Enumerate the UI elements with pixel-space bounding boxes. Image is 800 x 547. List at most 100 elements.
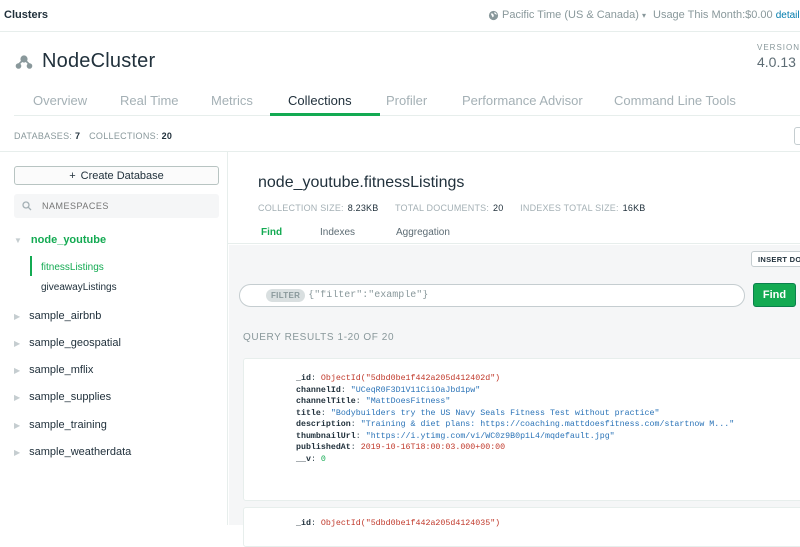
field-key: publishedAt bbox=[296, 443, 351, 452]
cluster-stats: DATABASES: 7 COLLECTIONS: 20 bbox=[14, 131, 178, 141]
tab-performance-advisor[interactable]: Performance Advisor bbox=[462, 93, 583, 108]
db-name: sample_mflix bbox=[29, 364, 94, 376]
tab-metrics[interactable]: Metrics bbox=[211, 93, 253, 108]
timezone-selector[interactable]: Pacific Time (US & Canada) ▾ bbox=[488, 9, 646, 21]
db-name: sample_training bbox=[29, 419, 107, 431]
document-field: channelTitle: "MattDoesFitness" bbox=[296, 397, 451, 406]
db-name: sample_geospatial bbox=[29, 337, 121, 349]
field-key: description bbox=[296, 420, 351, 429]
field-key: channelTitle bbox=[296, 397, 356, 406]
tab-command-line-tools[interactable]: Command Line Tools bbox=[614, 93, 736, 108]
collection-stats: COLLECTION SIZE: 8.23KB TOTAL DOCUMENTS: 2… bbox=[258, 203, 660, 213]
total-documents-label: TOTAL DOCUMENTS: bbox=[395, 203, 490, 213]
caret-right-icon: ▶ bbox=[14, 365, 21, 375]
db-name: sample_supplies bbox=[29, 391, 112, 403]
db-name: node_youtube bbox=[30, 234, 107, 246]
find-button[interactable]: Find bbox=[753, 283, 796, 307]
field-key: __v bbox=[296, 454, 311, 464]
query-content: INSERT DOCUMENT FILTER Find QUERY RESULT… bbox=[229, 245, 800, 547]
tab-real-time[interactable]: Real Time bbox=[120, 93, 179, 108]
document-card[interactable]: _id: ObjectId("5dbd0be1f442a205d4124035"… bbox=[243, 507, 800, 547]
version-label: VERSION bbox=[757, 43, 800, 52]
databases-label: DATABASES: bbox=[14, 131, 73, 141]
search-icon bbox=[22, 201, 32, 211]
caret-right-icon: ▶ bbox=[14, 311, 21, 321]
subtab-indexes[interactable]: Indexes bbox=[320, 227, 355, 238]
document-field: _id: ObjectId("5dbd0be1f442a205d4124035"… bbox=[296, 519, 501, 528]
field-value: ObjectId("5dbd0be1f442a205d4124035") bbox=[320, 519, 501, 528]
collections-label: COLLECTIONS: bbox=[89, 131, 159, 141]
sidebar-db-node-youtube[interactable]: ▼ node_youtube bbox=[14, 234, 106, 246]
tab-overview[interactable]: Overview bbox=[33, 93, 87, 108]
field-value: "MattDoesFitness" bbox=[365, 397, 451, 406]
sidebar-db-sample-mflix[interactable]: ▶ sample_mflix bbox=[14, 364, 93, 376]
usage-value: $0.00 bbox=[745, 9, 773, 21]
field-value: "Training & diet plans: https://coaching… bbox=[360, 420, 735, 429]
usage-label: Usage This Month: bbox=[653, 9, 746, 21]
timezone-label: Pacific Time (US & Canada) bbox=[502, 9, 639, 21]
document-field: description: "Training & diet plans: htt… bbox=[296, 420, 735, 429]
caret-right-icon: ▶ bbox=[14, 392, 21, 402]
field-value: "UCeqR0F3D1V11CiiOaJbd1pw" bbox=[350, 385, 481, 395]
top-bar: Clusters Pacific Time (US & Canada) ▾ Us… bbox=[0, 0, 800, 32]
indexes-size-value: 16KB bbox=[622, 203, 646, 213]
document-field: thumbnailUrl: "https://i.ytimg.com/vi/WC… bbox=[296, 431, 615, 441]
databases-count: 7 bbox=[75, 131, 81, 141]
namespace-search[interactable] bbox=[14, 194, 219, 218]
field-value: "https://i.ytimg.com/vi/WC0z9B0p1L4/mqde… bbox=[365, 431, 615, 441]
filter-label: FILTER bbox=[266, 289, 306, 302]
document-field: __v: 0 bbox=[296, 454, 326, 464]
tab-profiler[interactable]: Profiler bbox=[386, 93, 427, 108]
clusters-breadcrumb[interactable]: Clusters bbox=[4, 9, 48, 21]
total-documents-value: 20 bbox=[493, 203, 504, 213]
refresh-button[interactable] bbox=[794, 127, 800, 145]
sidebar-collection-giveaway-listings[interactable]: giveawayListings bbox=[41, 282, 117, 293]
caret-down-icon: ▼ bbox=[14, 235, 22, 245]
active-collection-indicator bbox=[30, 256, 32, 276]
namespace-search-input[interactable] bbox=[42, 201, 202, 211]
filter-bar[interactable]: FILTER bbox=[239, 284, 745, 307]
plus-icon: + bbox=[69, 169, 76, 182]
collection-size-value: 8.23KB bbox=[347, 203, 379, 213]
indexes-size-label: INDEXES TOTAL SIZE: bbox=[520, 203, 619, 213]
sidebar-db-sample-geospatial[interactable]: ▶ sample_geospatial bbox=[14, 337, 121, 349]
field-key: _id bbox=[296, 519, 311, 528]
document-field: title: "Bodybuilders try the US Navy Sea… bbox=[296, 408, 660, 418]
query-results-label: QUERY RESULTS 1-20 OF 20 bbox=[243, 332, 395, 343]
sidebar-db-sample-airbnb[interactable]: ▶ sample_airbnb bbox=[14, 310, 101, 322]
field-key: title bbox=[296, 408, 321, 418]
namespace-sidebar: + Create Database ▼ node_youtube fitness… bbox=[0, 152, 228, 525]
cluster-tabs: Overview Real Time Metrics Collections P… bbox=[14, 86, 800, 116]
document-card[interactable]: _id: ObjectId("5dbd0be1f442a205d412402d"… bbox=[243, 358, 800, 501]
tab-collections[interactable]: Collections bbox=[288, 93, 352, 108]
collection-subtabs: Find Indexes Aggregation bbox=[228, 220, 800, 244]
sidebar-db-sample-weatherdata[interactable]: ▶ sample_weatherdata bbox=[14, 446, 131, 458]
create-database-button[interactable]: + Create Database bbox=[14, 166, 219, 185]
subtab-aggregation[interactable]: Aggregation bbox=[396, 227, 450, 238]
globe-icon bbox=[488, 10, 499, 20]
create-database-label: Create Database bbox=[80, 169, 164, 182]
field-key: thumbnailUrl bbox=[296, 431, 356, 441]
field-value: "Bodybuilders try the US Navy Seals Fitn… bbox=[330, 408, 660, 418]
caret-right-icon: ▶ bbox=[14, 420, 21, 430]
caret-right-icon: ▶ bbox=[14, 338, 21, 348]
filter-input[interactable] bbox=[308, 290, 509, 301]
field-value: 0 bbox=[320, 454, 326, 464]
field-key: _id bbox=[296, 374, 311, 383]
field-value: 2019-10-16T18:00:03.000+00:00 bbox=[360, 443, 506, 452]
document-field: publishedAt: 2019-10-16T18:00:03.000+00:… bbox=[296, 443, 506, 452]
collection-title: node_youtube.fitnessListings bbox=[258, 174, 465, 191]
sidebar-collection-fitness-listings[interactable]: fitnessListings bbox=[41, 262, 104, 273]
usage-details-link[interactable]: details bbox=[776, 10, 800, 21]
db-name: sample_weatherdata bbox=[29, 446, 132, 458]
collections-count: 20 bbox=[161, 131, 173, 141]
field-value: ObjectId("5dbd0be1f442a205d412402d") bbox=[320, 374, 501, 383]
insert-document-button[interactable]: INSERT DOCUMENT bbox=[751, 251, 800, 267]
subtab-find[interactable]: Find bbox=[261, 227, 282, 238]
cluster-icon bbox=[15, 55, 33, 69]
field-key: channelId bbox=[296, 385, 341, 395]
sidebar-db-sample-supplies[interactable]: ▶ sample_supplies bbox=[14, 391, 111, 403]
version-value: 4.0.13 bbox=[757, 54, 796, 70]
document-field: channelId: "UCeqR0F3D1V11CiiOaJbd1pw" bbox=[296, 385, 481, 395]
sidebar-db-sample-training[interactable]: ▶ sample_training bbox=[14, 419, 107, 431]
